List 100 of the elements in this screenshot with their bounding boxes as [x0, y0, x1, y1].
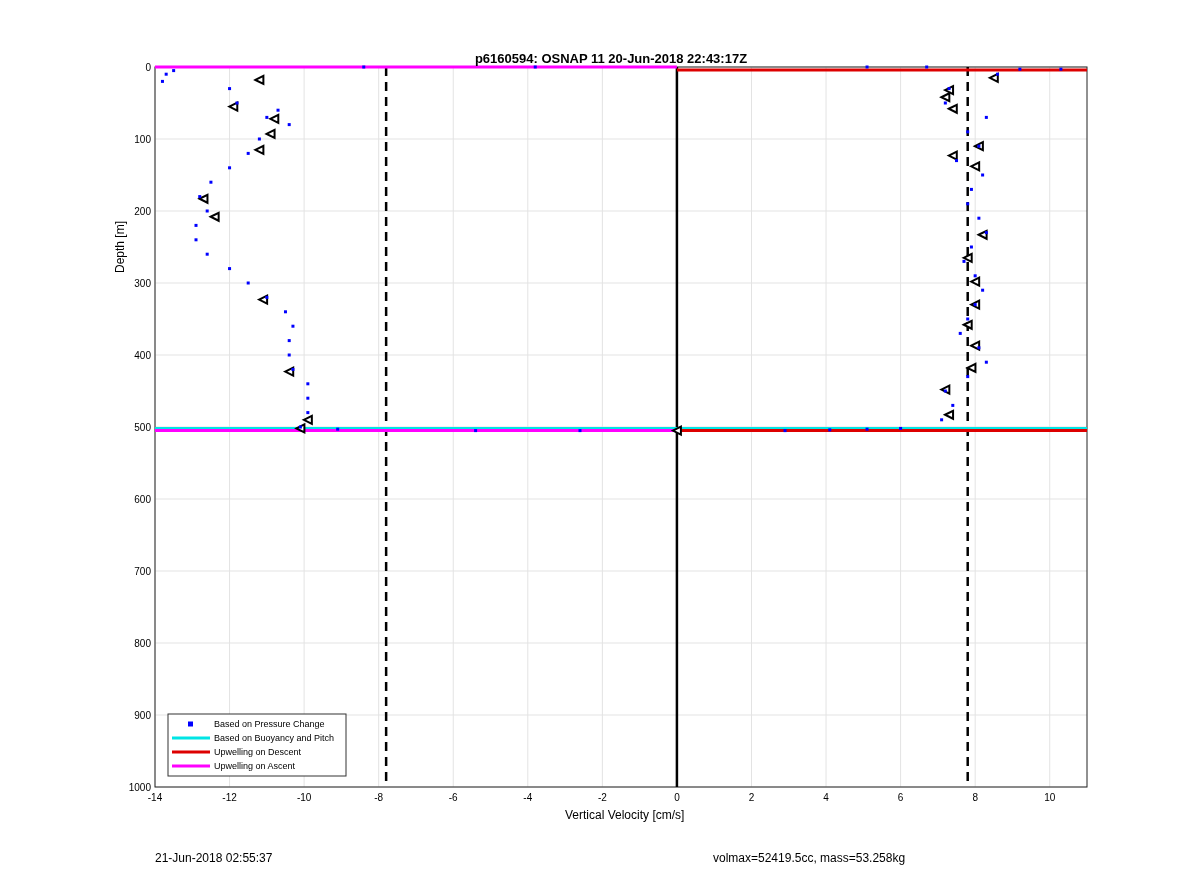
data-point	[160, 79, 164, 83]
y-tick-label: 200	[134, 206, 151, 217]
data-point	[287, 123, 291, 127]
data-point	[981, 288, 985, 292]
data-point	[265, 115, 269, 119]
data-point	[246, 151, 250, 155]
y-tick-label: 400	[134, 350, 151, 361]
data-point	[362, 65, 366, 69]
data-point	[828, 428, 832, 432]
triangle-marker	[264, 128, 276, 140]
data-point	[925, 65, 929, 69]
x-axis-label: Vertical Velocity [cm/s]	[565, 808, 685, 822]
x-tick-label: 0	[674, 792, 680, 803]
data-point	[306, 411, 310, 415]
triangle-marker	[965, 362, 977, 374]
timestamp-text: 21-Jun-2018 02:55:37	[155, 851, 274, 865]
triangle-marker	[946, 103, 958, 115]
data-point	[276, 108, 280, 112]
triangle-marker	[968, 340, 981, 352]
triangle-marker	[946, 149, 958, 162]
x-tick-label: -6	[448, 792, 458, 803]
data-point	[943, 101, 947, 105]
triangle-marker	[939, 383, 951, 396]
data-point	[962, 259, 966, 263]
y-tick-label: 100	[134, 134, 151, 145]
y-tick-label: 500	[134, 422, 151, 433]
triangle-marker	[253, 74, 265, 86]
legend-label: Based on Pressure Change	[214, 719, 325, 729]
data-point	[209, 180, 213, 184]
data-point	[533, 65, 537, 69]
legend-label: Upwelling on Ascent	[214, 761, 296, 771]
legend-label: Based on Buoyancy and Pitch	[214, 733, 335, 743]
data-point	[969, 245, 973, 249]
triangle-marker	[670, 425, 682, 437]
triangle-marker	[972, 140, 984, 152]
x-tick-label: 4	[823, 792, 829, 803]
data-point	[969, 187, 973, 191]
x-tick-label: 10	[1044, 792, 1056, 803]
data-point	[981, 173, 985, 177]
data-point	[984, 231, 988, 235]
y-tick-label: 600	[134, 494, 151, 505]
data-point	[973, 274, 977, 278]
data-point	[205, 209, 209, 213]
data-point	[306, 396, 310, 400]
x-tick-label: -14	[147, 792, 163, 803]
data-point	[198, 195, 202, 199]
data-point	[943, 389, 947, 393]
data-point	[298, 425, 302, 429]
data-point	[306, 382, 310, 386]
data-point	[966, 375, 970, 379]
y-tick-label: 800	[134, 638, 151, 649]
triangle-marker	[942, 409, 955, 421]
y-tick-label: 700	[134, 566, 151, 577]
data-point	[172, 69, 176, 73]
parameters-text: volmax=52419.5cc, mass=53.258kg	[713, 851, 906, 865]
data-point	[958, 331, 962, 335]
data-point	[977, 346, 981, 350]
data-point	[235, 101, 239, 105]
x-tick-label: 6	[897, 792, 904, 803]
data-point	[951, 403, 955, 407]
triangle-marker	[197, 193, 209, 205]
legend-point-swatch	[188, 721, 193, 727]
data-point	[984, 115, 988, 119]
data-point	[955, 159, 958, 163]
data-point	[996, 72, 1000, 76]
data-point	[783, 429, 787, 433]
y-tick-label: 900	[134, 710, 151, 721]
data-point	[228, 87, 232, 91]
x-tick-label: -2	[597, 792, 607, 803]
y-axis-label: Depth [m]	[113, 221, 127, 273]
triangle-marker	[253, 144, 265, 156]
y-tick-label: 0	[145, 62, 151, 73]
data-point	[287, 353, 291, 357]
x-tick-label: -8	[374, 792, 384, 803]
chart-title: p6160594: OSNAP 11 20-Jun-2018 22:43:17Z	[474, 51, 748, 66]
data-point	[966, 130, 970, 134]
data-point	[984, 360, 988, 364]
y-tick-label: 300	[134, 278, 151, 289]
data-point	[865, 65, 869, 69]
data-point	[336, 427, 340, 431]
x-tick-label: 2	[748, 792, 755, 803]
triangle-marker	[968, 160, 981, 172]
data-point	[1018, 67, 1022, 71]
data-point	[228, 267, 232, 271]
data-point	[194, 238, 198, 242]
triangle-marker	[294, 422, 306, 435]
triangle-marker	[227, 101, 239, 113]
data-point	[947, 87, 951, 91]
data-point	[284, 310, 287, 314]
data-point	[164, 72, 168, 76]
triangle-marker	[987, 72, 999, 84]
legend-label: Upwelling on Descent	[214, 747, 302, 757]
triangle-marker	[301, 414, 313, 426]
data-point	[205, 252, 209, 256]
triangle-marker	[961, 252, 973, 264]
data-point	[578, 429, 582, 433]
data-point	[1059, 67, 1063, 71]
legend-line-swatch	[172, 750, 210, 754]
data-point	[977, 216, 981, 220]
legend-line-swatch	[172, 736, 210, 740]
